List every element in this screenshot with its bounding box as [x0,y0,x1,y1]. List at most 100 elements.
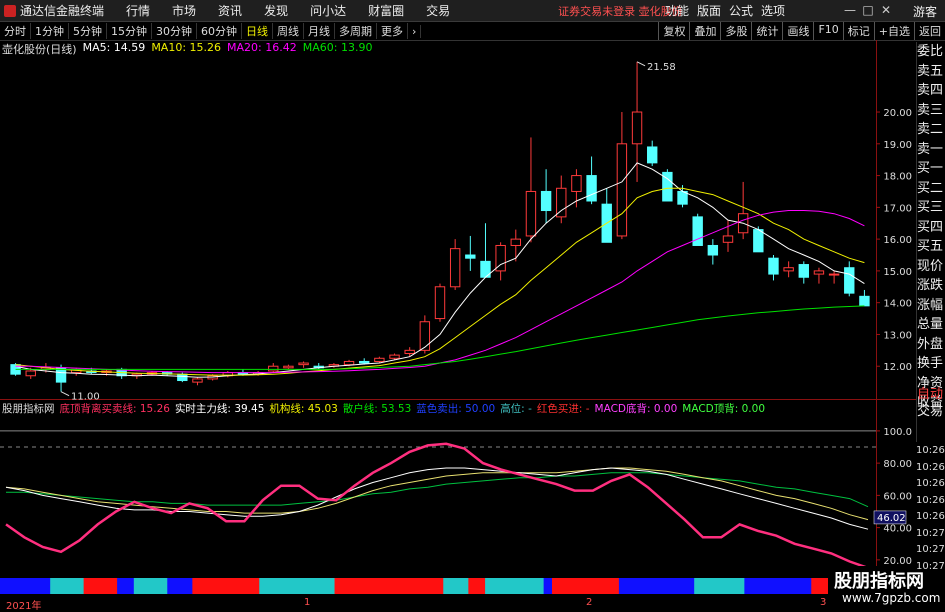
candle-body [283,365,294,369]
indicator-item: MACD底背: 0.00 [594,403,678,415]
menu-item-discover[interactable]: 发现 [264,2,288,19]
candle-body [586,175,597,202]
signal-bar-segment [443,578,453,594]
price-tick-label: 14.00 [883,299,912,310]
period-more[interactable]: 更多 [377,23,408,39]
signal-bar-segment [710,578,720,594]
candle-body [601,203,612,243]
period-timeshare[interactable]: 分时 [0,23,31,39]
mark-button[interactable]: 标记 [842,22,874,40]
signal-bar-segment [460,578,469,594]
kline-chart[interactable]: 20.00 19.00 18.00 17.00 16.00 15.00 14.00 13.00… [0,0,916,609]
price-tick-label: 17.00 [883,203,912,214]
period-weekly[interactable]: 周线 [273,23,304,39]
period-daily[interactable]: 日线 [242,23,273,39]
panel-row: 卖四 [917,83,944,98]
auto-trade-button[interactable]: 自动 [917,386,945,403]
signal-bar-segment [217,578,227,594]
signal-bar-segment [342,578,352,594]
adjust-button[interactable]: 复权 [658,22,689,40]
guest-label[interactable]: 游客 [913,3,937,20]
signal-bar-segment [635,578,645,594]
period-5min[interactable]: 5分钟 [69,23,107,39]
menu-item-news[interactable]: 资讯 [218,2,242,19]
menu-layout[interactable]: 版面 [697,2,721,19]
signal-bar-segment [334,578,344,594]
panel-row: 总量 [917,317,944,332]
indicator-name[interactable]: 股朋指标网 [2,401,55,417]
signal-bar-segment [744,578,754,594]
signal-bar-segment [142,578,152,594]
window-controls: — □ ✕ [841,3,895,17]
trade-label[interactable]: 交易 [917,403,945,420]
panel-row: 卖一 [917,141,944,157]
candle-body [237,372,249,375]
signal-bar-segment [234,578,244,594]
signal-bar-segment [209,578,218,594]
menu-options[interactable]: 选项 [761,2,785,19]
signal-bar-segment [376,578,386,594]
menu-function[interactable]: 功能 [665,2,689,19]
period-toolbar: 分时 1分钟 5分钟 15分钟 30分钟 60分钟 日线 周线 月线 多周期 更… [0,22,945,41]
period-60min[interactable]: 60分钟 [197,23,242,39]
candle-body [828,273,840,276]
signal-bar-segment [669,578,678,594]
draw-line-button[interactable]: 画线 [782,22,813,40]
back-button[interactable]: 返回 [914,22,945,40]
signal-bar-segment [359,578,369,594]
add-favorite-button[interactable]: +自选 [873,22,914,40]
f10-button[interactable]: F10 [813,22,842,40]
maximize-icon[interactable]: □ [859,3,877,17]
candle-body [465,254,476,259]
stock-label[interactable]: 壶化股份(日线) [2,41,77,57]
candle-body [798,264,809,278]
signal-bar-segment [200,578,210,594]
panel-row: 涨幅 [917,297,944,313]
menu-item-wealth[interactable]: 财富圈 [368,2,404,19]
toolbar-right: 复权 叠加 多股 统计 画线 F10 标记 +自选 返回 [658,22,945,40]
signal-bar-segment [125,578,135,594]
menu-item-market[interactable]: 市场 [172,2,196,19]
menu-item-ask[interactable]: 问小达 [310,2,346,19]
more-chevron-icon[interactable]: › [408,24,422,38]
candle-body [813,270,825,275]
signal-bar-segment [426,578,436,594]
menu-formula[interactable]: 公式 [729,2,753,19]
candle-body [313,365,324,369]
candle-body [374,357,385,362]
signal-bar-segment [184,578,193,594]
menu-item-trade[interactable]: 交易 [426,2,450,19]
low-pointer [60,391,70,397]
signal-bar-segment [50,578,60,594]
indicator-tick-label: 40.00 [883,524,912,535]
panel-row: 现价 [917,258,944,274]
period-monthly[interactable]: 月线 [304,23,335,39]
signal-bar-segment [175,578,185,594]
signal-bar-segment [8,578,18,594]
green-indicator-line [6,472,869,508]
signal-bar-segment [284,578,294,594]
signal-bar-segment [418,578,428,594]
period-30min[interactable]: 30分钟 [152,23,197,39]
period-15min[interactable]: 15分钟 [107,23,152,39]
close-icon[interactable]: ✕ [877,3,895,17]
pink-indicator-line [5,442,869,570]
price-tick-label: 20.00 [883,108,912,119]
overlay-button[interactable]: 叠加 [689,22,720,40]
menu-item-quotes[interactable]: 行情 [126,2,150,19]
signal-bar-segment [167,578,177,594]
candle-body [495,244,506,272]
white-indicator-line [5,467,869,530]
panel-row: 买四 [917,219,944,235]
signal-bar-segment [727,578,737,594]
candle-body [40,367,52,370]
price-tick-label: 12.00 [883,362,912,373]
stats-button[interactable]: 统计 [751,22,782,40]
indicator-item: 高位: - [500,403,532,415]
multi-stock-button[interactable]: 多股 [720,22,751,40]
minimize-icon[interactable]: — [841,3,859,17]
period-multi[interactable]: 多周期 [335,23,377,39]
signal-bar-segment [752,578,762,594]
high-price-label: 21.58 [647,62,676,73]
period-1min[interactable]: 1分钟 [31,23,69,39]
